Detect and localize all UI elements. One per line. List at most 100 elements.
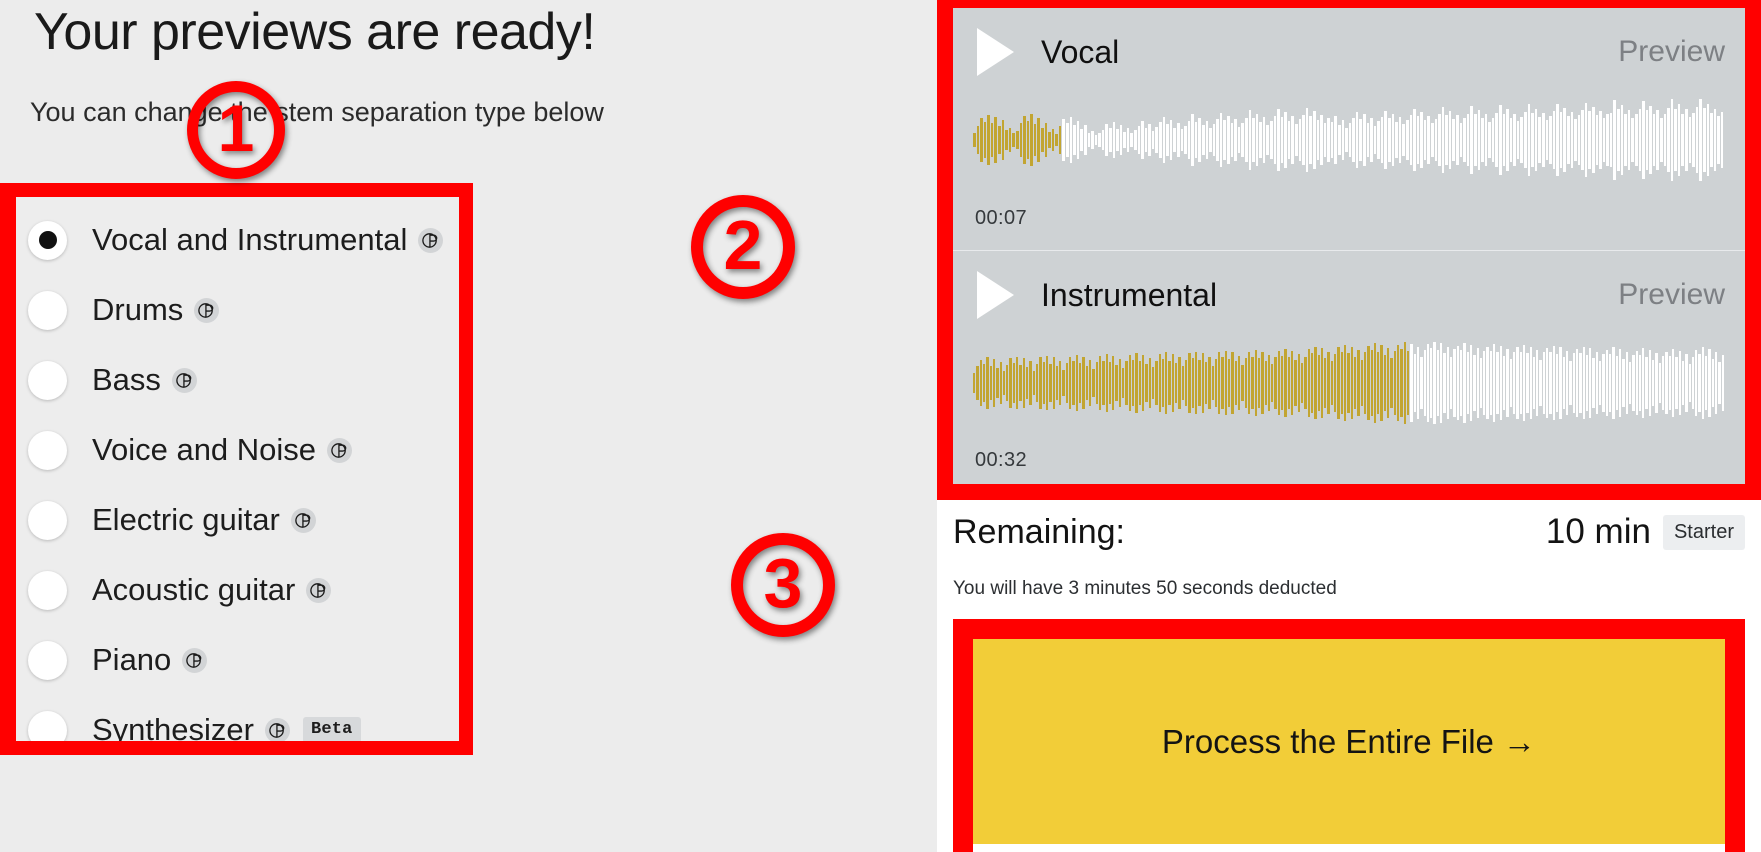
- waveform-bar: [1269, 120, 1273, 160]
- waveform-bar: [1002, 371, 1006, 395]
- waveform-bar: [1691, 356, 1695, 410]
- play-icon[interactable]: [977, 271, 1014, 319]
- waveform-bar: [1228, 358, 1231, 407]
- stem-option-label: Voice and Noise: [92, 432, 317, 467]
- stem-option-bass[interactable]: Bass: [14, 345, 459, 415]
- waveform-bar: [1287, 120, 1291, 160]
- waveform-bar: [1069, 356, 1072, 410]
- waveform-bar: [1448, 111, 1452, 169]
- waveform-bar: [1251, 356, 1254, 410]
- waveform-bar: [1720, 111, 1724, 169]
- waveform-bar: [1359, 119, 1363, 161]
- waveform-bar: [1023, 115, 1026, 164]
- waveform-bar: [1559, 347, 1562, 419]
- beta-tag: Beta: [302, 717, 361, 743]
- track-timecode: 00:07: [975, 207, 1028, 229]
- waveform-bar: [1101, 130, 1105, 150]
- stem-option-electric-guitar[interactable]: Electric guitar: [14, 485, 459, 555]
- stem-option-voice-and-noise[interactable]: Voice and Noise: [14, 415, 459, 485]
- waveform-bar: [982, 363, 986, 403]
- waveform-bar: [1599, 361, 1602, 405]
- radio-button[interactable]: [28, 430, 67, 470]
- waveform-bar: [1721, 354, 1724, 412]
- stem-option-acoustic-guitar[interactable]: Acoustic guitar: [14, 555, 459, 625]
- stem-option-vocal-and-instrumental[interactable]: Vocal and Instrumental: [14, 205, 459, 275]
- remaining-row: Remaining: 10 min Starter: [953, 512, 1745, 566]
- waveform-bar: [1080, 129, 1083, 151]
- waveform-bar: [1708, 349, 1711, 417]
- stem-option-label: Drums: [92, 292, 184, 327]
- waveform-bar: [1615, 355, 1618, 411]
- waveform[interactable]: [973, 94, 1725, 186]
- radio-button[interactable]: [28, 360, 67, 400]
- waveform-bar: [1675, 357, 1678, 409]
- waveform-bar: [1602, 118, 1606, 162]
- stem-option-drums[interactable]: Drums: [14, 275, 459, 345]
- preview-tracks-panel: Vocal Preview 00:07 Instrumental Preview 00:3…: [953, 8, 1745, 492]
- radio-button[interactable]: [28, 220, 67, 260]
- waveform-bar: [1681, 113, 1685, 167]
- waveform-bar: [1211, 365, 1214, 401]
- waveform-bar: [1128, 354, 1131, 412]
- waveform-bar: [979, 359, 982, 407]
- waveform-bar: [1413, 108, 1416, 172]
- waveform-bar: [1413, 354, 1416, 412]
- waveform-bar: [1287, 357, 1290, 409]
- waveform-bar: [1295, 124, 1298, 156]
- plan-badge: Starter: [1662, 514, 1745, 550]
- waveform-bar: [1698, 354, 1701, 412]
- waveform-bar: [1360, 359, 1363, 407]
- stem-separation-option-list[interactable]: Vocal and Instrumental Drums Bass Voice and…: [14, 197, 459, 750]
- waveform-bar: [1327, 351, 1330, 415]
- waveform-bar: [1440, 343, 1443, 423]
- waveform-bar: [1391, 113, 1395, 167]
- waveform-bar: [1542, 352, 1546, 414]
- radio-button[interactable]: [28, 640, 67, 680]
- waveform-bar: [1188, 353, 1191, 413]
- waveform-bar: [1713, 108, 1717, 172]
- waveform-bar: [1221, 357, 1224, 409]
- process-entire-file-button[interactable]: Process the Entire File →: [973, 639, 1725, 844]
- waveform-bar: [1552, 111, 1556, 169]
- waveform-bar: [1556, 103, 1559, 177]
- waveform-bar: [1166, 124, 1169, 156]
- waveform-bar: [1244, 117, 1248, 163]
- radio-button[interactable]: [28, 570, 67, 610]
- waveform-bar: [1599, 111, 1602, 169]
- waveform-bar: [992, 358, 996, 407]
- radio-button[interactable]: [28, 290, 67, 330]
- waveform-bar: [1357, 349, 1360, 417]
- waveform-bar: [1406, 350, 1410, 416]
- waveform-bar: [990, 123, 994, 157]
- waveform-bar: [1112, 121, 1116, 159]
- waveform-bar: [1345, 127, 1348, 153]
- stem-option-piano[interactable]: Piano: [14, 625, 459, 695]
- waveform-bar: [1656, 110, 1659, 170]
- waveform-bar: [1194, 351, 1198, 415]
- waveform-bar: [1617, 109, 1620, 171]
- waveform-bar: [983, 121, 987, 159]
- right-pane: Vocal Preview 00:07 Instrumental Preview 00:3…: [937, 0, 1761, 852]
- waveform-bar: [1098, 355, 1102, 411]
- waveform-bar: [1613, 100, 1617, 180]
- waveform-bar: [1165, 352, 1168, 414]
- stem-option-synthesizer[interactable]: Synthesizer Beta: [14, 695, 459, 765]
- waveform-bar: [1006, 364, 1009, 402]
- waveform-bar: [1570, 111, 1574, 169]
- waveform[interactable]: [973, 337, 1725, 429]
- radio-button[interactable]: [28, 500, 67, 540]
- waveform-bar: [1595, 351, 1599, 415]
- waveform-bar: [1008, 127, 1012, 153]
- waveform-bar: [1631, 117, 1634, 163]
- play-icon[interactable]: [977, 28, 1014, 76]
- waveform-bar: [1062, 369, 1065, 397]
- preview-label: Preview: [1618, 35, 1725, 68]
- waveform-bar: [1115, 364, 1118, 402]
- waveform-bar: [1642, 101, 1645, 179]
- waveform-bar: [1606, 114, 1609, 166]
- waveform-bar: [1531, 112, 1534, 168]
- waveform-bar: [1223, 120, 1227, 160]
- waveform-bar: [1216, 119, 1219, 161]
- waveform-bar: [1453, 349, 1456, 417]
- radio-button[interactable]: [28, 710, 67, 750]
